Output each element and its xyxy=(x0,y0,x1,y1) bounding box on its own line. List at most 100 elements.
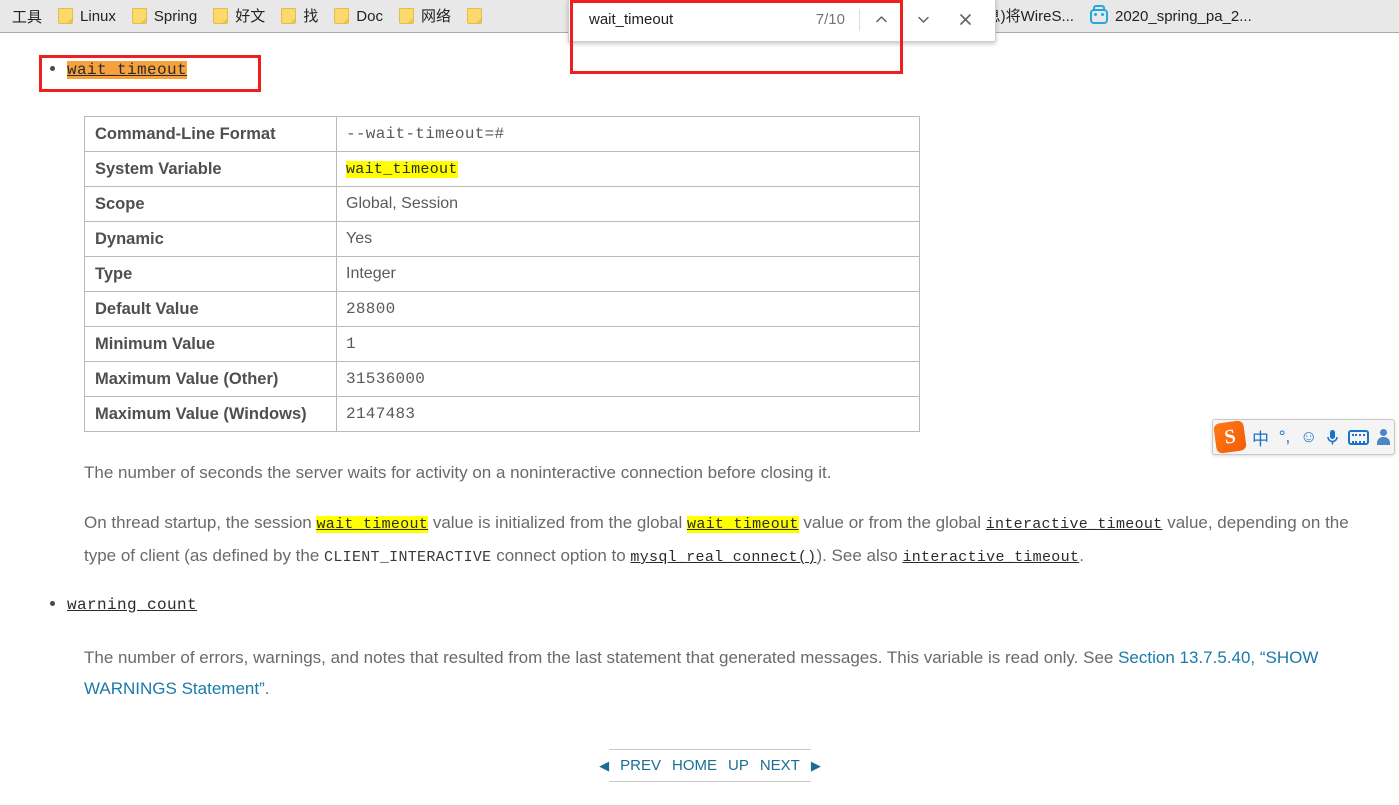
para-text: value or from the global xyxy=(798,513,986,532)
punctuation-mode-icon[interactable]: °, xyxy=(1276,427,1293,447)
sogou-logo-icon[interactable]: S xyxy=(1213,420,1247,454)
paragraph-warning-count: The number of errors, warnings, and note… xyxy=(84,642,1374,704)
para-text: . xyxy=(1079,546,1084,565)
bookmark-item-spring-pa[interactable]: 2020_spring_pa_2... xyxy=(1082,3,1260,29)
page-content: wait_timeout Command-Line Format --wait-… xyxy=(0,34,1399,805)
table-row: System Variable wait_timeout xyxy=(84,151,920,187)
table-cell-key: Default Value xyxy=(84,291,337,327)
bookmark-item-spring[interactable]: Spring xyxy=(124,3,205,29)
table-row: Maximum Value (Windows) 2147483 xyxy=(84,396,920,432)
find-match-count: 7/10 xyxy=(815,11,845,28)
para-text: On thread startup, the session xyxy=(84,513,317,532)
folder-icon xyxy=(398,8,414,24)
folder-icon xyxy=(466,8,482,24)
para-text: . xyxy=(264,679,270,698)
table-cell-value: Global, Session xyxy=(336,186,920,222)
code-client-interactive: CLIENT_INTERACTIVE xyxy=(324,549,492,566)
nav-home-link[interactable]: HOME xyxy=(672,757,717,774)
prev-arrow-icon: ◀ xyxy=(599,757,610,773)
sogou-ime-toolbar[interactable]: S 中 °, ☺ xyxy=(1212,419,1396,455)
table-cell-key: Scope xyxy=(84,186,337,222)
bullet-dot xyxy=(50,601,55,606)
link-interactive-timeout[interactable]: interactive_timeout xyxy=(986,516,1163,533)
table-cell-key: Minimum Value xyxy=(84,326,337,362)
table-row: Default Value 28800 xyxy=(84,291,920,327)
highlighted-match[interactable]: wait_timeout xyxy=(316,516,429,533)
bookmark-item-good-articles[interactable]: 好文 xyxy=(205,3,273,29)
list-item-wait-timeout: wait_timeout xyxy=(50,61,188,79)
bookmark-label: 找 xyxy=(303,7,319,25)
link-wait-timeout-heading[interactable]: wait_timeout xyxy=(67,61,188,79)
smiley-icon[interactable]: ☺ xyxy=(1300,427,1317,447)
find-in-page-bar[interactable]: 7/10 xyxy=(568,0,996,42)
bookmark-label: Spring xyxy=(153,7,198,25)
table-row: Dynamic Yes xyxy=(84,221,920,257)
table-row: Maximum Value (Other) 31536000 xyxy=(84,361,920,397)
find-input[interactable] xyxy=(587,10,782,29)
folder-icon xyxy=(334,8,350,24)
bookmark-item-network[interactable]: 网络 xyxy=(391,3,459,29)
bookmark-label: Doc xyxy=(356,7,383,25)
table-row: Minimum Value 1 xyxy=(84,326,920,362)
table-cell-key: Maximum Value (Windows) xyxy=(84,396,337,432)
highlighted-match[interactable]: wait_timeout xyxy=(687,516,799,533)
table-cell-value: Yes xyxy=(336,221,920,257)
bookmark-label: 网络 xyxy=(420,7,451,25)
link-interactive-timeout-2[interactable]: interactive_timeout xyxy=(902,549,1079,566)
bookmark-label: Linux xyxy=(80,7,116,25)
nav-up-link[interactable]: UP xyxy=(728,757,749,774)
next-arrow-icon: ▶ xyxy=(810,757,821,773)
paragraph-description: The number of seconds the server waits f… xyxy=(84,463,832,482)
table-cell-key: System Variable xyxy=(84,151,337,187)
find-next-button[interactable] xyxy=(902,0,944,42)
keyboard-icon[interactable] xyxy=(1348,429,1370,445)
bilibili-icon xyxy=(1089,4,1108,24)
bookmark-item-hidden[interactable] xyxy=(459,3,490,29)
paragraph-thread-startup: On thread startup, the session wait_time… xyxy=(84,507,1374,573)
nav-prev-link[interactable]: PREV xyxy=(620,757,661,774)
link-mysql-real-connect[interactable]: mysql_real_connect() xyxy=(630,549,816,566)
table-row: Type Integer xyxy=(84,256,920,292)
table-cell-value: 2147483 xyxy=(336,396,920,432)
bookmark-label: 2020_spring_pa_2... xyxy=(1114,7,1252,25)
find-previous-button[interactable] xyxy=(860,0,902,42)
bookmark-label: 工具 xyxy=(12,8,43,26)
bookmark-item-tools[interactable]: 工具 xyxy=(4,3,50,29)
folder-icon xyxy=(281,8,297,24)
table-cell-value: wait_timeout xyxy=(336,151,920,187)
folder-icon xyxy=(58,8,74,24)
table-cell-key: Maximum Value (Other) xyxy=(84,361,337,397)
table-cell-key: Command-Line Format xyxy=(84,116,337,152)
person-icon[interactable] xyxy=(1376,429,1391,445)
folder-icon xyxy=(131,8,147,24)
table-cell-value: 1 xyxy=(336,326,920,362)
para-text: value is initialized from the global xyxy=(428,513,688,532)
find-input-wrap[interactable]: 7/10 xyxy=(569,0,859,41)
pagination-nav: ◀ PREV HOME UP NEXT ▶ xyxy=(599,749,821,782)
microphone-icon[interactable] xyxy=(1324,429,1341,446)
bookmark-item-linux[interactable]: Linux xyxy=(50,3,124,29)
table-cell-value: Integer xyxy=(336,256,920,292)
table-cell-key: Dynamic xyxy=(84,221,337,257)
link-warning-count-heading[interactable]: warning_count xyxy=(67,596,197,614)
folder-icon xyxy=(213,8,229,24)
table-row: Command-Line Format --wait-timeout=# xyxy=(84,116,920,152)
table-row: Scope Global, Session xyxy=(84,186,920,222)
highlighted-match: wait_timeout xyxy=(346,161,458,178)
find-close-button[interactable] xyxy=(944,0,986,42)
bookmark-item-doc[interactable]: Doc xyxy=(326,3,391,29)
para-text: connect option to xyxy=(491,546,631,565)
bookmark-item-find[interactable]: 找 xyxy=(273,3,326,29)
bookmark-label: 好文 xyxy=(235,7,266,25)
variable-info-table: Command-Line Format --wait-timeout=# Sys… xyxy=(84,116,920,432)
table-cell-key: Type xyxy=(84,256,337,292)
nav-next-link[interactable]: NEXT xyxy=(760,757,800,774)
para-text: The number of errors, warnings, and note… xyxy=(84,648,1119,667)
para-text: ). See also xyxy=(816,546,903,565)
input-mode-icon[interactable]: 中 xyxy=(1252,425,1269,450)
link-section-13-7-5-40[interactable]: Section 13.7.5.40, xyxy=(1118,648,1255,667)
table-cell-value: --wait-timeout=# xyxy=(336,116,920,152)
table-cell-value: 28800 xyxy=(336,291,920,327)
table-cell-value: 31536000 xyxy=(336,361,920,397)
bullet-dot xyxy=(50,66,55,71)
